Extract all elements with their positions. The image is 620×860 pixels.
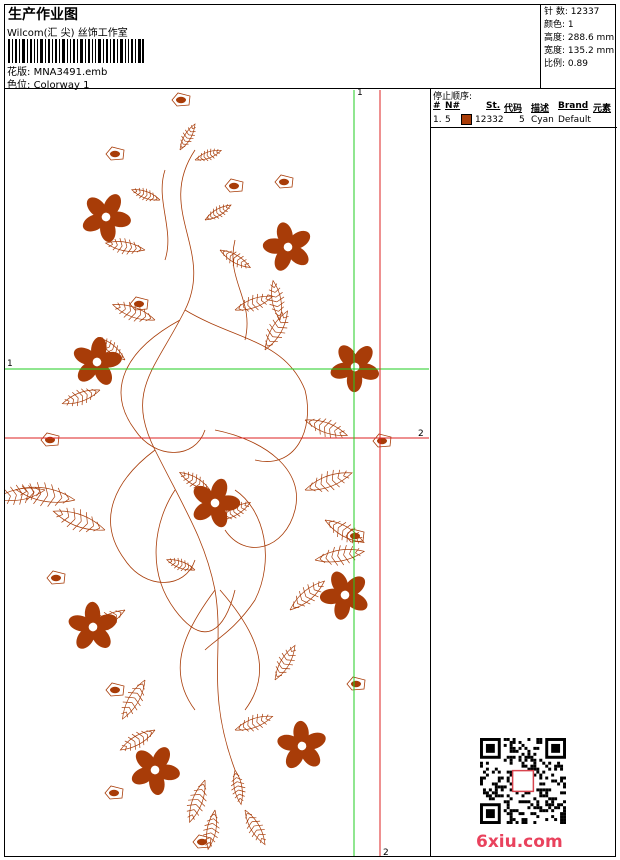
guide-lines <box>5 90 429 856</box>
watermark-logo: 6xiu.com <box>476 832 563 852</box>
guide-h1-label: 1 <box>7 359 13 369</box>
guide-h2-label: 2 <box>418 429 424 439</box>
guide-v1-label: 1 <box>357 88 363 98</box>
guide-v2-label: 2 <box>383 848 389 858</box>
qr-code-image <box>480 738 566 824</box>
